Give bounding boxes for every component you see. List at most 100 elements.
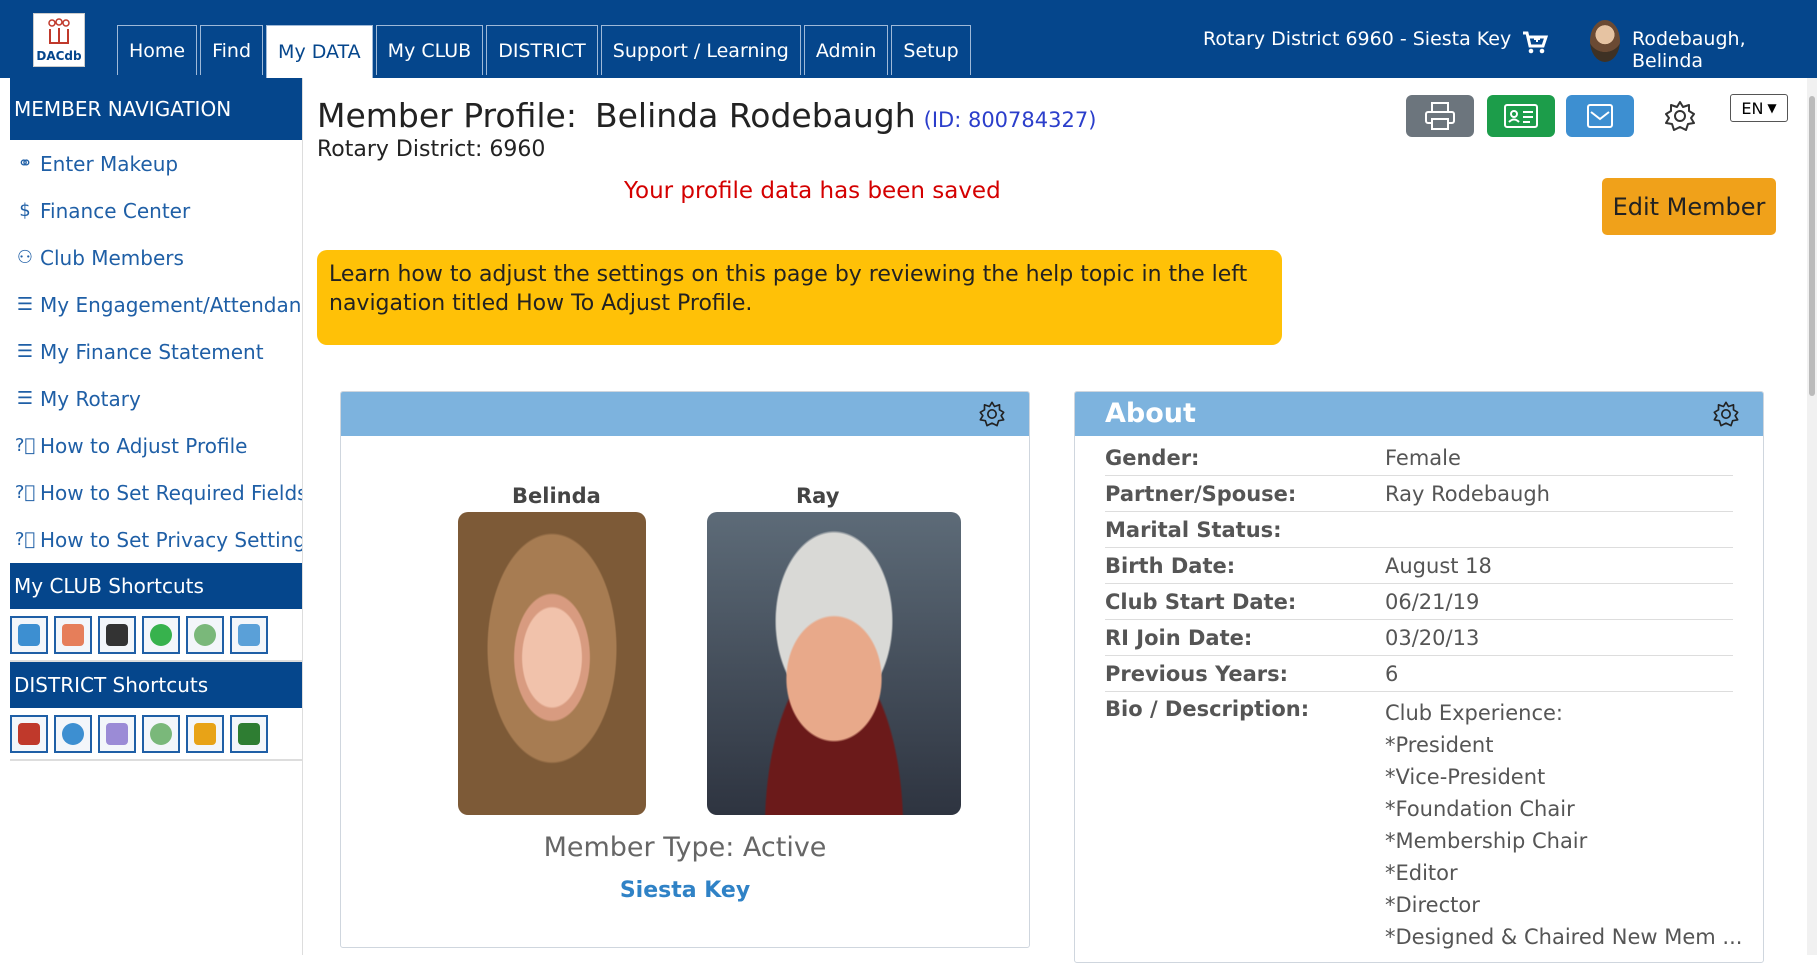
about-label: Previous Years:: [1105, 661, 1289, 686]
sidebar-item-label: Enter Makeup: [40, 151, 179, 176]
dollar-icon: $: [19, 200, 31, 221]
gear-icon[interactable]: [977, 399, 1007, 429]
about-value: 6: [1385, 661, 1399, 686]
envelope-icon: [1587, 104, 1613, 128]
about-row: Previous Years: 6: [1105, 656, 1733, 692]
bio-line: *Foundation Chair: [1385, 797, 1575, 821]
sidebar-item-label: My Engagement/Attendance: [40, 292, 302, 317]
sidebar-item-my-finance-statement[interactable]: ☰ My Finance Statement: [10, 328, 302, 375]
sidebar-item-label: How to Set Privacy Settings: [40, 527, 302, 552]
tab-district[interactable]: DISTRICT: [486, 25, 598, 75]
chevron-down-icon: ▼: [1767, 101, 1777, 115]
history-icon[interactable]: [142, 715, 180, 753]
bio-line: Club Experience:: [1385, 701, 1563, 725]
gear-icon[interactable]: [1711, 399, 1741, 429]
tab-admin[interactable]: Admin: [803, 25, 889, 75]
dacdb-logo[interactable]: DACdb: [33, 13, 85, 67]
sidebar-item-enter-makeup[interactable]: ⚭ Enter Makeup: [10, 140, 302, 187]
about-value: 06/21/19: [1385, 589, 1480, 614]
main-content: Member Profile: Belinda Rodebaugh (ID: 800…: [317, 78, 1817, 963]
bio-line: *Editor: [1385, 861, 1458, 885]
language-select[interactable]: EN ▼: [1730, 94, 1788, 122]
page-title-prefix: Member Profile:: [317, 96, 577, 135]
cart-icon[interactable]: [1520, 27, 1550, 57]
tab-setup[interactable]: Setup: [891, 25, 971, 75]
about-value: 03/20/13: [1385, 625, 1480, 650]
email-member-button[interactable]: [1566, 95, 1634, 137]
id-card-icon: [1504, 104, 1538, 128]
logo-text: DACdb: [36, 49, 82, 63]
about-label: Birth Date:: [1105, 553, 1236, 578]
chart-icon[interactable]: [230, 616, 268, 654]
page-title: Member Profile: Belinda Rodebaugh (ID: 800…: [317, 96, 1096, 135]
sidebar-item-label: My Rotary: [40, 386, 141, 411]
chat-icon[interactable]: [142, 616, 180, 654]
gear-icon[interactable]: [1662, 98, 1698, 134]
sidebar-item-club-members[interactable]: ⚇ Club Members: [10, 234, 302, 281]
tab-find[interactable]: Find: [200, 25, 264, 75]
about-label: Marital Status:: [1105, 517, 1282, 542]
history-icon[interactable]: [186, 616, 224, 654]
user-avatar[interactable]: [1590, 20, 1620, 62]
list-icon: ☰: [16, 341, 34, 362]
about-value: Female: [1385, 445, 1461, 470]
about-row: Club Start Date: 06/21/19: [1105, 584, 1733, 620]
tab-my-data[interactable]: My DATA: [266, 25, 373, 78]
member-district: Rotary District: 6960: [317, 137, 546, 162]
sidebar-item-finance-center[interactable]: $ Finance Center: [10, 187, 302, 234]
bio-line: *Designed & Chaired New Mem ...: [1385, 925, 1743, 949]
user-name[interactable]: Rodebaugh, Belinda: [1632, 28, 1817, 72]
sidebar-item-how-to-adjust-profile[interactable]: ?⃝ How to Adjust Profile: [10, 422, 302, 469]
member-photo-label: Belinda: [512, 484, 601, 508]
language-value: EN: [1741, 98, 1764, 118]
about-label: Partner/Spouse:: [1105, 481, 1297, 506]
bio-line: *President: [1385, 733, 1494, 757]
about-value: August 18: [1385, 553, 1492, 578]
list-icon: ☰: [16, 294, 34, 315]
edit-member-button[interactable]: Edit Member: [1602, 178, 1776, 235]
email-icon[interactable]: [98, 616, 136, 654]
main-nav-tabs: Home Find My DATA My CLUB DISTRICT Suppo…: [117, 25, 971, 78]
group-icon: ⚇: [16, 247, 34, 268]
club-shortcuts: [10, 609, 302, 662]
bio-lines: Club Experience: *President *Vice-Presid…: [1385, 697, 1742, 953]
top-navigation-bar: DACdb Home Find My DATA My CLUB DISTRICT…: [0, 0, 1817, 78]
current-district-label[interactable]: Rotary District 6960 - Siesta Key: [1203, 28, 1511, 50]
tab-home[interactable]: Home: [117, 25, 198, 75]
sidebar-item-my-rotary[interactable]: ☰ My Rotary: [10, 375, 302, 422]
club-link[interactable]: Siesta Key: [341, 878, 1029, 903]
tab-my-club[interactable]: My CLUB: [375, 25, 484, 75]
save-status-message: Your profile data has been saved: [624, 178, 1001, 204]
people-icon[interactable]: [10, 715, 48, 753]
print-button[interactable]: [1406, 95, 1474, 137]
sidebar-item-label: Club Members: [40, 245, 184, 270]
spouse-photo[interactable]: [707, 512, 961, 815]
bio-line: *Vice-President: [1385, 765, 1546, 789]
about-label: Gender:: [1105, 445, 1200, 470]
search-icon[interactable]: [10, 616, 48, 654]
member-card-button[interactable]: [1487, 95, 1555, 137]
search-icon[interactable]: [54, 715, 92, 753]
printer-icon: [1425, 102, 1455, 130]
chip-icon[interactable]: [230, 715, 268, 753]
help-circle-icon: ?⃝: [14, 529, 36, 550]
about-row: RI Join Date: 03/20/13: [1105, 620, 1733, 656]
scrollbar-thumb[interactable]: [1809, 96, 1815, 396]
help-circle-icon: ?⃝: [14, 482, 36, 503]
member-photo[interactable]: [458, 512, 646, 815]
about-card: About Gender: Female Partner/Spouse: Ray R…: [1074, 391, 1764, 963]
member-type: Member Type: Active: [543, 832, 827, 863]
club-shortcuts-title: My CLUB Shortcuts: [10, 563, 302, 609]
org-chart-icon[interactable]: [98, 715, 136, 753]
about-label: Club Start Date:: [1105, 589, 1297, 614]
sidebar-item-how-to-set-privacy-settings[interactable]: ?⃝ How to Set Privacy Settings: [10, 516, 302, 563]
members-icon[interactable]: [54, 616, 92, 654]
tab-support-learning[interactable]: Support / Learning: [600, 25, 801, 75]
run-icon[interactable]: [186, 715, 224, 753]
help-circle-icon: ?⃝: [14, 435, 36, 456]
page-scrollbar[interactable]: [1807, 78, 1817, 955]
district-shortcuts-title: DISTRICT Shortcuts: [10, 662, 302, 708]
sidebar-item-how-to-set-required-fields[interactable]: ?⃝ How to Set Required Fields: [10, 469, 302, 516]
sidebar-item-my-engagement[interactable]: ☰ My Engagement/Attendance: [10, 281, 302, 328]
about-row: Gender: Female: [1105, 440, 1733, 476]
